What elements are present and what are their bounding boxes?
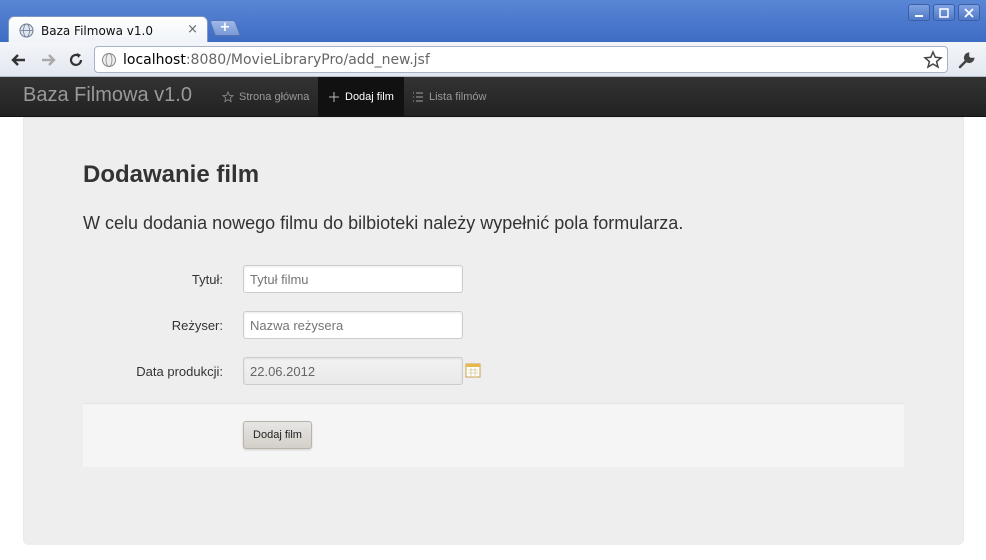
page-lead: W celu dodania nowego filmu do bilbiotek… [83,213,684,233]
minimize-button[interactable] [908,4,930,21]
maximize-button[interactable] [933,4,955,21]
form-actions: Dodaj film [83,403,904,467]
brand-logo[interactable]: Baza Filmowa v1.0 [23,84,192,107]
date-label: Data produkcji: [136,364,223,379]
director-label: Reżyser: [171,318,223,333]
nav-item-film-list[interactable]: Lista filmów [402,77,496,116]
production-date-input[interactable] [243,357,463,385]
url-path: :8080/MovieLibraryPro/add_new.jsf [185,51,430,68]
nav-item-home[interactable]: Strona główna [212,77,319,116]
close-tab-icon[interactable]: × [187,22,198,37]
browser-toolbar: localhost:8080/MovieLibraryPro/add_new.j… [0,42,986,77]
plus-icon [328,91,340,103]
reload-button[interactable] [65,49,87,71]
url-host: localhost [123,51,186,68]
wrench-icon[interactable] [956,51,976,71]
close-window-button[interactable] [958,4,980,21]
maximize-icon [939,7,949,18]
back-button[interactable] [8,49,30,71]
tab-title: Baza Filmowa v1.0 [41,23,153,38]
list-icon [412,91,424,103]
nav-item-label: Strona główna [239,90,310,103]
window-controls [908,4,980,21]
forward-button[interactable] [37,49,59,71]
reload-icon [69,53,83,66]
close-icon [964,7,974,18]
browser-titlebar: Baza Filmowa v1.0 × + [0,0,986,44]
star-icon [222,90,234,103]
page-icon [102,52,116,67]
nav-item-add-film[interactable]: Dodaj film [318,77,404,116]
arrow-right-icon [42,54,56,66]
browser-tab[interactable]: Baza Filmowa v1.0 × [8,16,208,44]
calendar-icon[interactable] [465,362,481,378]
title-input[interactable] [243,265,463,293]
minimize-icon [915,14,923,17]
nav-item-label: Dodaj film [345,90,394,103]
nav-item-label: Lista filmów [429,90,487,103]
title-label: Tytuł: [191,272,223,287]
arrow-left-icon [11,54,25,66]
add-film-button[interactable]: Dodaj film [243,421,312,449]
new-tab-button[interactable]: + [209,20,241,36]
director-input[interactable] [243,311,463,339]
url-text: localhost:8080/MovieLibraryPro/add_new.j… [123,52,430,68]
globe-icon [19,23,34,38]
content-well: Dodawanie film W celu dodania nowego fil… [23,117,964,545]
plus-icon: + [219,20,231,35]
bookmark-star-icon[interactable] [923,50,943,70]
address-bar[interactable]: localhost:8080/MovieLibraryPro/add_new.j… [94,46,948,73]
site-navbar: Baza Filmowa v1.0 Strona główna Dodaj fi… [0,77,986,117]
page-title: Dodawanie film [83,161,260,188]
